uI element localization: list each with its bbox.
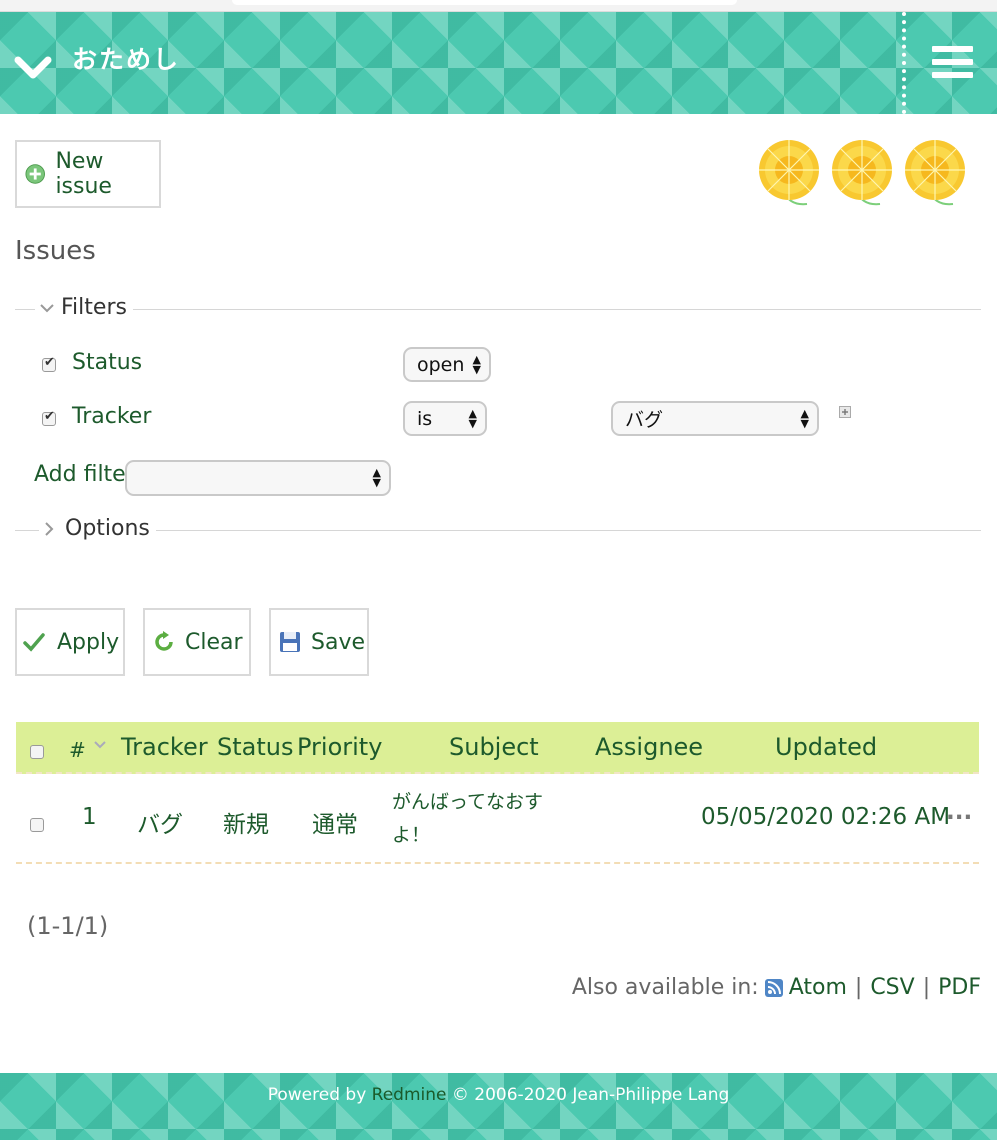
clear-button[interactable]: Clear [143,608,251,676]
separator: | [854,975,863,1000]
status-operator-value: open [417,353,465,376]
collapse-chevron-icon[interactable] [14,48,52,84]
floppy-disk-icon [280,632,300,652]
column-id[interactable]: # [69,738,86,762]
new-issue-button[interactable]: New issue [15,140,161,208]
chevron-right-icon [45,521,54,536]
tracker-operator-value: is [417,407,433,430]
table-header-row: # Tracker Status Priority Subject Assign… [16,722,979,774]
save-label: Save [311,629,366,655]
issue-subject-line1: がんばってなおす [392,791,544,813]
plus-small-icon[interactable] [839,406,851,418]
checkmark-icon [23,633,45,652]
redmine-link[interactable]: Redmine [372,1085,447,1105]
powered-by-text: Powered by [267,1085,367,1105]
sort-desc-icon [94,741,106,749]
filters-fieldset: Filters [15,295,981,320]
refresh-icon [155,631,173,651]
atom-link[interactable]: Atom [789,975,847,1000]
tracker-value: バグ [625,409,664,431]
filters-toggle[interactable]: Filters [35,295,133,320]
footer-text: Powered by Redmine © 2006-2020 Jean-Phil… [0,1085,997,1105]
issue-id[interactable]: 1 [82,804,97,830]
table-row[interactable]: 1 バグ 新規 通常 がんばってなおす よ！ 05/05/2020 02:26 … [16,774,979,864]
export-label: Also available in: [571,975,759,1000]
copyright-text: © 2006-2020 Jean-Philippe Lang [451,1085,730,1105]
select-arrows-icon: ▲ ▼ [372,466,381,489]
select-arrows-icon: ▲ ▼ [472,352,481,376]
separator: | [922,975,931,1000]
select-arrows-icon: ▲ ▼ [800,406,809,430]
status-operator-select[interactable]: open ▲ ▼ [403,347,491,382]
site-footer: Powered by Redmine © 2006-2020 Jean-Phil… [0,1073,997,1140]
status-filter-checkbox[interactable] [42,355,56,372]
add-circle-icon [25,164,45,184]
tracker-value-select[interactable]: バグ ▲ ▼ [611,401,819,436]
filters-legend-label: Filters [61,295,127,320]
dandelion-decoration [759,139,966,206]
csv-link[interactable]: CSV [870,975,914,1000]
pagination-count: (1-1/1) [27,912,109,940]
other-formats: Also available in: Atom | CSV | PDF [572,975,981,1000]
column-tracker[interactable]: Tracker [121,733,208,761]
tracker-filter-label: Tracker [72,404,152,429]
issue-status: 新規 [223,812,269,838]
issue-tracker: バグ [137,812,183,838]
save-button[interactable]: Save [269,608,369,676]
options-legend-label: Options [65,516,150,541]
site-header: おためし [0,12,997,114]
column-status[interactable]: Status [217,733,293,761]
clear-label: Clear [185,629,243,655]
options-fieldset: Options [15,516,981,541]
tracker-filter-checkbox[interactable] [42,409,56,426]
browser-top-strip [0,0,997,12]
select-all-checkbox[interactable] [30,745,44,759]
select-arrows-icon: ▲ ▼ [468,406,477,430]
issue-priority: 通常 [312,812,358,838]
tracker-operator-select[interactable]: is ▲ ▼ [403,401,487,436]
column-priority[interactable]: Priority [297,733,382,761]
apply-label: Apply [57,629,120,655]
feed-icon [764,978,783,997]
apply-button[interactable]: Apply [15,608,125,676]
chevron-down-icon [40,303,54,312]
issue-updated: 05/05/2020 02:26 AM [701,804,951,830]
add-filter-label: Add filter [34,462,135,487]
column-assignee[interactable]: Assignee [595,733,703,761]
project-title[interactable]: おためし [72,40,180,76]
issue-subject-line2: よ！ [392,824,431,846]
page-title: Issues [15,236,96,266]
row-actions-menu[interactable]: ... [946,799,972,825]
header-divider [902,12,906,114]
add-filter-select[interactable]: ▲ ▼ [125,460,391,496]
issue-subject[interactable]: がんばってなおす よ！ [392,787,543,847]
hamburger-menu-icon[interactable] [932,46,973,82]
column-subject[interactable]: Subject [449,733,539,761]
status-filter-label: Status [72,350,143,375]
column-updated[interactable]: Updated [775,733,877,761]
new-issue-label: New issue [55,149,112,199]
pdf-link[interactable]: PDF [938,975,981,1000]
row-checkbox[interactable] [30,818,44,832]
options-toggle[interactable]: Options [39,516,156,541]
